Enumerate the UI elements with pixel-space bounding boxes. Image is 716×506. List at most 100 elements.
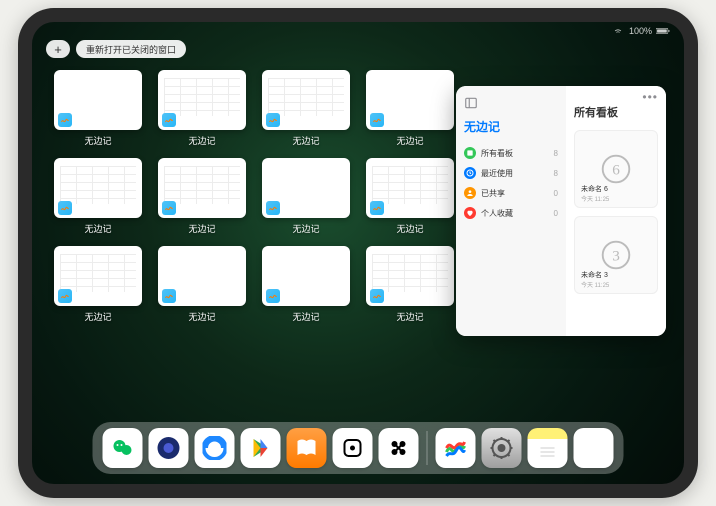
dock: [93, 422, 624, 474]
expanded-main: ••• 所有看板 6未命名 6今天 11:253未命名 3今天 11:25: [566, 86, 666, 336]
sidebar-item-label: 已共享: [481, 188, 554, 199]
sidebar-item-count: 0: [554, 209, 558, 218]
board-sketch: 3: [597, 236, 635, 274]
freeform-app-icon: [162, 113, 176, 127]
window-preview: [366, 246, 454, 306]
dock-app-notes[interactable]: [528, 428, 568, 468]
battery-text: 100%: [629, 26, 652, 36]
window-label: 无边记: [188, 134, 215, 147]
dock-app-qqbrowser[interactable]: [195, 428, 235, 468]
window-preview: [262, 70, 350, 130]
status-bar: 100%: [611, 26, 670, 36]
sidebar-title: 无边记: [464, 118, 558, 135]
ipad-frame: 100% + 重新打开已关闭的窗口 无边记无边记无边记无边记无边记无边记无边记无…: [18, 8, 698, 498]
board-time: 今天 11:25: [581, 194, 609, 203]
clock-icon: [464, 167, 476, 179]
sidebar-item-label: 所有看板: [481, 148, 554, 159]
sidebar-toggle-icon[interactable]: [464, 96, 478, 110]
window-thumbnail[interactable]: 无边记: [262, 70, 350, 150]
board-card[interactable]: 3未命名 3今天 11:25: [574, 216, 658, 294]
window-preview: [54, 158, 142, 218]
board-sketch: 6: [597, 150, 635, 188]
freeform-app-icon: [162, 289, 176, 303]
window-thumbnail[interactable]: 无边记: [366, 246, 454, 326]
window-label: 无边记: [292, 222, 319, 235]
board-name: 未命名 6: [581, 184, 609, 194]
window-thumbnail[interactable]: 无边记: [366, 70, 454, 150]
dock-app-wechat[interactable]: [103, 428, 143, 468]
sidebar-item-person[interactable]: 已共享0: [464, 183, 558, 203]
window-preview: [54, 70, 142, 130]
board-name: 未命名 3: [581, 270, 609, 280]
window-preview: [158, 246, 246, 306]
expanded-sidebar: 无边记 所有看板8最近使用8已共享0个人收藏0: [456, 86, 566, 336]
sidebar-item-square-stack[interactable]: 所有看板8: [464, 143, 558, 163]
sidebar-item-heart[interactable]: 个人收藏0: [464, 203, 558, 223]
window-thumbnail[interactable]: 无边记: [366, 158, 454, 238]
new-window-button[interactable]: +: [46, 40, 70, 58]
dock-app-play[interactable]: [241, 428, 281, 468]
window-label: 无边记: [84, 222, 111, 235]
dock-app-books[interactable]: [287, 428, 327, 468]
svg-text:3: 3: [612, 248, 620, 265]
sidebar-item-clock[interactable]: 最近使用8: [464, 163, 558, 183]
battery-icon: [656, 26, 670, 36]
plus-icon: +: [54, 42, 62, 57]
window-label: 无边记: [396, 222, 423, 235]
person-icon: [464, 187, 476, 199]
window-preview: [262, 246, 350, 306]
window-label: 无边记: [84, 310, 111, 323]
window-thumbnail[interactable]: 无边记: [158, 158, 246, 238]
window-label: 无边记: [292, 134, 319, 147]
window-preview: [366, 158, 454, 218]
window-thumbnail[interactable]: 无边记: [54, 158, 142, 238]
sidebar-item-count: 8: [554, 169, 558, 178]
dock-app-x[interactable]: [379, 428, 419, 468]
top-controls: + 重新打开已关闭的窗口: [46, 40, 186, 58]
freeform-app-icon: [266, 201, 280, 215]
sidebar-item-count: 0: [554, 189, 558, 198]
freeform-app-icon: [266, 113, 280, 127]
sidebar-item-label: 个人收藏: [481, 208, 554, 219]
window-preview: [366, 70, 454, 130]
sidebar-item-count: 8: [554, 149, 558, 158]
window-label: 无边记: [396, 134, 423, 147]
freeform-app-icon: [370, 113, 384, 127]
board-card[interactable]: 6未命名 6今天 11:25: [574, 130, 658, 208]
freeform-app-icon: [266, 289, 280, 303]
window-label: 无边记: [188, 310, 215, 323]
window-thumbnail[interactable]: 无边记: [262, 158, 350, 238]
freeform-app-icon: [162, 201, 176, 215]
freeform-app-icon: [58, 289, 72, 303]
reopen-closed-window-button[interactable]: 重新打开已关闭的窗口: [76, 40, 186, 58]
dock-app-dice[interactable]: [333, 428, 373, 468]
window-thumbnail[interactable]: 无边记: [158, 70, 246, 150]
freeform-app-icon: [58, 113, 72, 127]
dock-app-settings[interactable]: [482, 428, 522, 468]
window-label: 无边记: [188, 222, 215, 235]
app-switcher-grid: 无边记无边记无边记无边记无边记无边记无边记无边记无边记无边记无边记无边记: [54, 70, 454, 326]
more-options-icon[interactable]: •••: [642, 90, 658, 104]
window-thumbnail[interactable]: 无边记: [262, 246, 350, 326]
dock-app-app-library[interactable]: [574, 428, 614, 468]
freeform-app-icon: [58, 201, 72, 215]
window-thumbnail[interactable]: 无边记: [158, 246, 246, 326]
window-preview: [54, 246, 142, 306]
freeform-app-icon: [370, 289, 384, 303]
expanded-window[interactable]: 无边记 所有看板8最近使用8已共享0个人收藏0 ••• 所有看板 6未命名 6今…: [456, 86, 666, 336]
window-preview: [158, 158, 246, 218]
wifi-icon: [611, 26, 625, 36]
svg-text:6: 6: [612, 162, 620, 179]
dock-app-quark[interactable]: [149, 428, 189, 468]
board-time: 今天 11:25: [581, 280, 609, 289]
window-label: 无边记: [84, 134, 111, 147]
reopen-label: 重新打开已关闭的窗口: [86, 43, 176, 56]
window-thumbnail[interactable]: 无边记: [54, 70, 142, 150]
freeform-app-icon: [370, 201, 384, 215]
window-label: 无边记: [292, 310, 319, 323]
window-preview: [158, 70, 246, 130]
heart-icon: [464, 207, 476, 219]
dock-app-freeform[interactable]: [436, 428, 476, 468]
window-thumbnail[interactable]: 无边记: [54, 246, 142, 326]
sidebar-item-label: 最近使用: [481, 168, 554, 179]
